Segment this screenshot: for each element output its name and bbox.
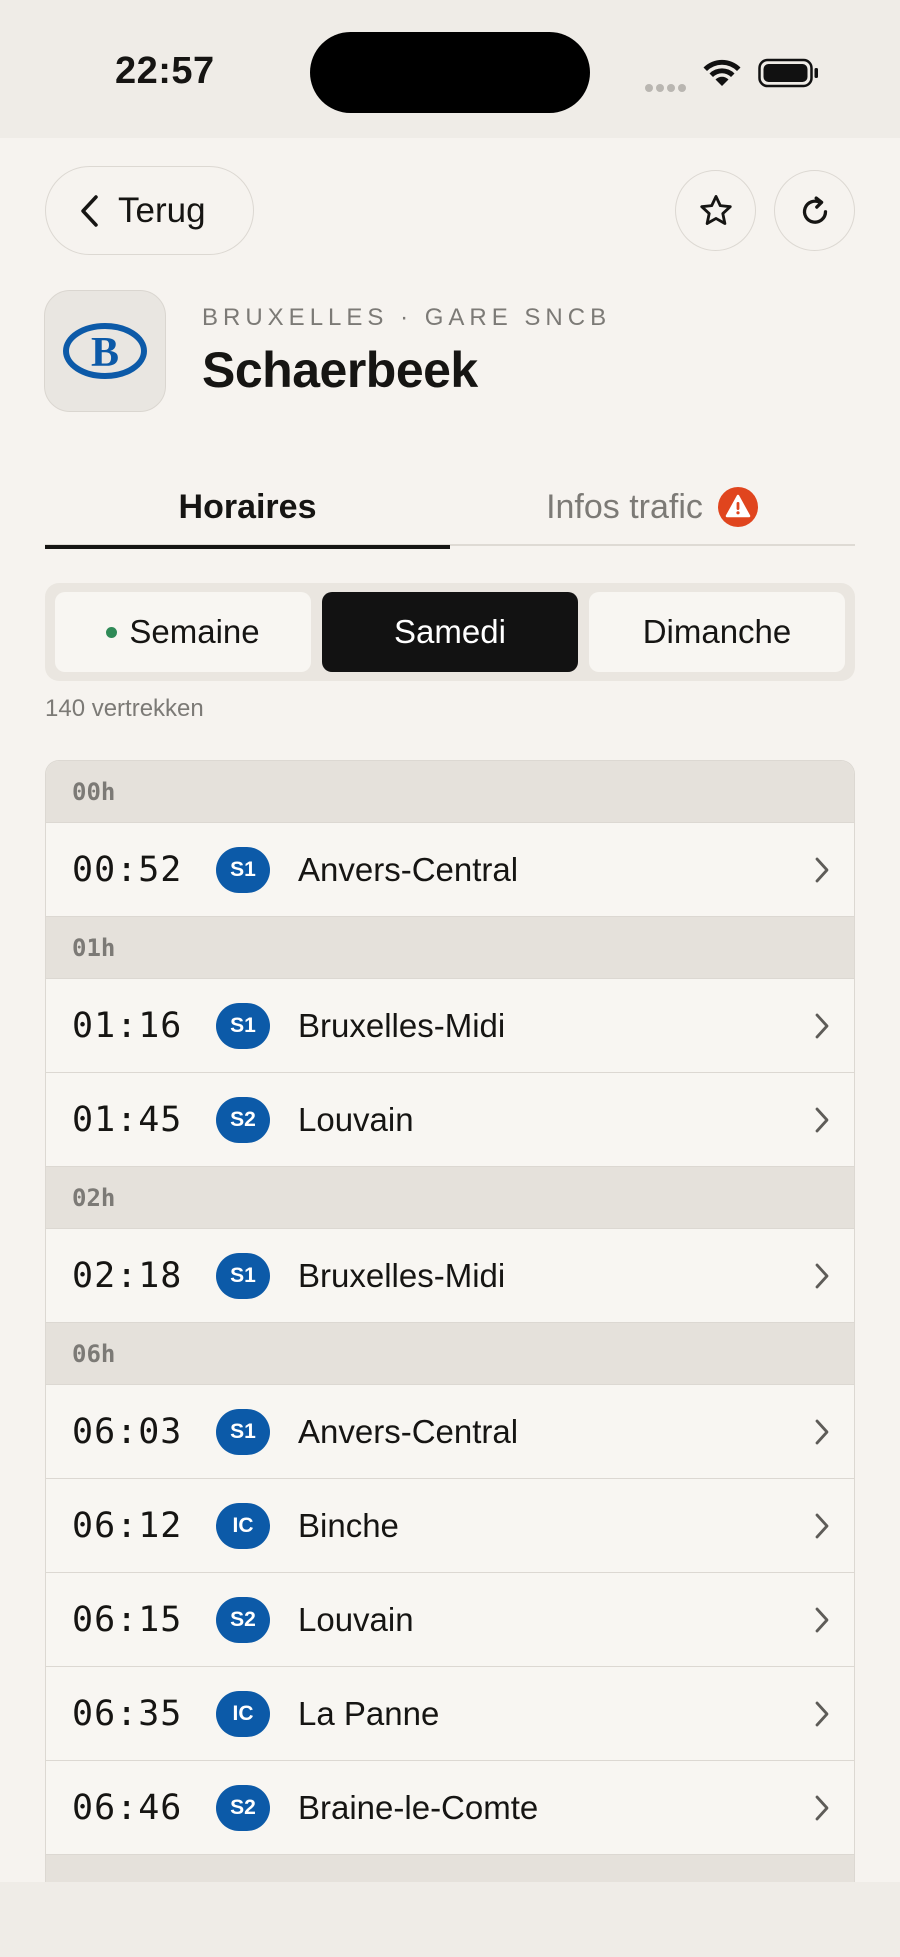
departure-row[interactable]: 06:12 IC Binche [46, 1479, 854, 1573]
departure-time: 06:03 [72, 1411, 183, 1452]
tab-infos-trafic-label: Infos trafic [546, 487, 703, 526]
favorite-button[interactable] [675, 170, 756, 251]
chevron-right-icon [815, 1107, 829, 1133]
line-badge: IC [216, 1690, 270, 1737]
back-label: Terug [118, 190, 206, 230]
tab-horaires[interactable]: Horaires [45, 468, 450, 549]
line-badge: IC [216, 1502, 270, 1549]
day-filter-dimanche[interactable]: Dimanche [589, 592, 845, 672]
departure-time: 01:45 [72, 1099, 183, 1140]
departure-time: 00:52 [72, 849, 183, 890]
chevron-left-icon [81, 194, 98, 227]
chevron-right-icon [815, 1419, 829, 1445]
hour-header: 00h [46, 761, 854, 823]
departure-destination: Anvers-Central [298, 1412, 519, 1450]
departure-destination: Binche [298, 1506, 399, 1544]
station-schedule-screen: Terug B BRUXELLES · GARE SNCB Schaerbeek… [0, 138, 900, 1882]
departure-row[interactable]: 01:16 S1 Bruxelles-Midi [46, 979, 854, 1073]
battery-icon [758, 58, 818, 88]
alert-icon [717, 486, 759, 528]
departure-row[interactable]: 00:52 S1 Anvers-Central [46, 823, 854, 917]
sncb-logo-icon: B [63, 323, 147, 379]
chevron-right-icon [815, 1513, 829, 1539]
refresh-icon [802, 195, 827, 224]
departure-destination: La Panne [298, 1694, 440, 1732]
line-badge: S2 [216, 1096, 270, 1143]
refresh-button[interactable] [774, 170, 855, 251]
chevron-right-icon [815, 857, 829, 883]
departure-time: 06:35 [72, 1693, 183, 1734]
cellular-signal-icon [645, 79, 689, 92]
station-kicker: BRUXELLES · GARE SNCB [202, 304, 612, 331]
departure-destination: Anvers-Central [298, 850, 519, 888]
departure-row[interactable]: 06:35 IC La Panne [46, 1667, 854, 1761]
departure-time: 02:18 [72, 1255, 183, 1296]
departure-list: 00h 00:52 S1 Anvers-Central 01h 01:16 S1… [45, 760, 855, 1882]
day-filter-semaine-label: Semaine [129, 613, 260, 650]
tab-infos-trafic[interactable]: Infos trafic [450, 468, 855, 546]
day-filter-dimanche-label: Dimanche [642, 613, 792, 650]
tab-horaires-label: Horaires [178, 487, 317, 526]
today-indicator-dot [106, 626, 118, 638]
departure-destination: Bruxelles-Midi [298, 1006, 506, 1044]
status-time: 22:57 [115, 50, 215, 92]
dynamic-island [310, 32, 590, 113]
line-badge: S1 [216, 846, 270, 893]
hour-header: 06h [46, 1323, 854, 1385]
line-badge: S2 [216, 1784, 270, 1831]
sncb-logo-letter: B [91, 330, 119, 376]
chevron-right-icon [815, 1013, 829, 1039]
departure-row[interactable]: 06:15 S2 Louvain [46, 1573, 854, 1667]
bottom-safe-area [0, 1882, 900, 1957]
departure-destination: Louvain [298, 1100, 414, 1138]
departure-time: 01:16 [72, 1005, 183, 1046]
departure-destination: Braine-le-Comte [298, 1788, 539, 1826]
day-filter-samedi-label: Samedi [394, 613, 506, 650]
departure-row[interactable]: 06:03 S1 Anvers-Central [46, 1385, 854, 1479]
line-badge: S1 [216, 1002, 270, 1049]
sncb-logo: B [44, 290, 166, 412]
departure-row[interactable]: 01:45 S2 Louvain [46, 1073, 854, 1167]
departure-row[interactable]: 06:46 S2 Braine-le-Comte [46, 1761, 854, 1855]
departure-time: 06:12 [72, 1505, 183, 1546]
departure-destination: Bruxelles-Midi [298, 1256, 506, 1294]
departure-count: 140 vertrekken [45, 695, 204, 722]
day-filter-samedi[interactable]: Samedi [322, 592, 578, 672]
next-hour-header-partial [46, 1855, 854, 1882]
departure-time: 06:46 [72, 1787, 183, 1828]
departure-time: 06:15 [72, 1599, 183, 1640]
chevron-right-icon [815, 1263, 829, 1289]
chevron-right-icon [815, 1795, 829, 1821]
status-bar: 22:57 [0, 0, 900, 138]
wifi-icon [703, 59, 741, 86]
tab-bar: Horaires Infos trafic [45, 468, 855, 549]
day-filter-semaine[interactable]: Semaine [55, 592, 311, 672]
hour-header: 01h [46, 917, 854, 979]
star-icon [699, 194, 732, 225]
line-badge: S2 [216, 1596, 270, 1643]
departure-destination: Louvain [298, 1600, 414, 1638]
back-button[interactable]: Terug [45, 166, 254, 255]
chevron-right-icon [815, 1607, 829, 1633]
line-badge: S1 [216, 1252, 270, 1299]
departure-row[interactable]: 02:18 S1 Bruxelles-Midi [46, 1229, 854, 1323]
chevron-right-icon [815, 1701, 829, 1727]
hour-header: 02h [46, 1167, 854, 1229]
station-name: Schaerbeek [202, 342, 478, 398]
day-filter: Semaine Samedi Dimanche [45, 583, 855, 681]
line-badge: S1 [216, 1408, 270, 1455]
